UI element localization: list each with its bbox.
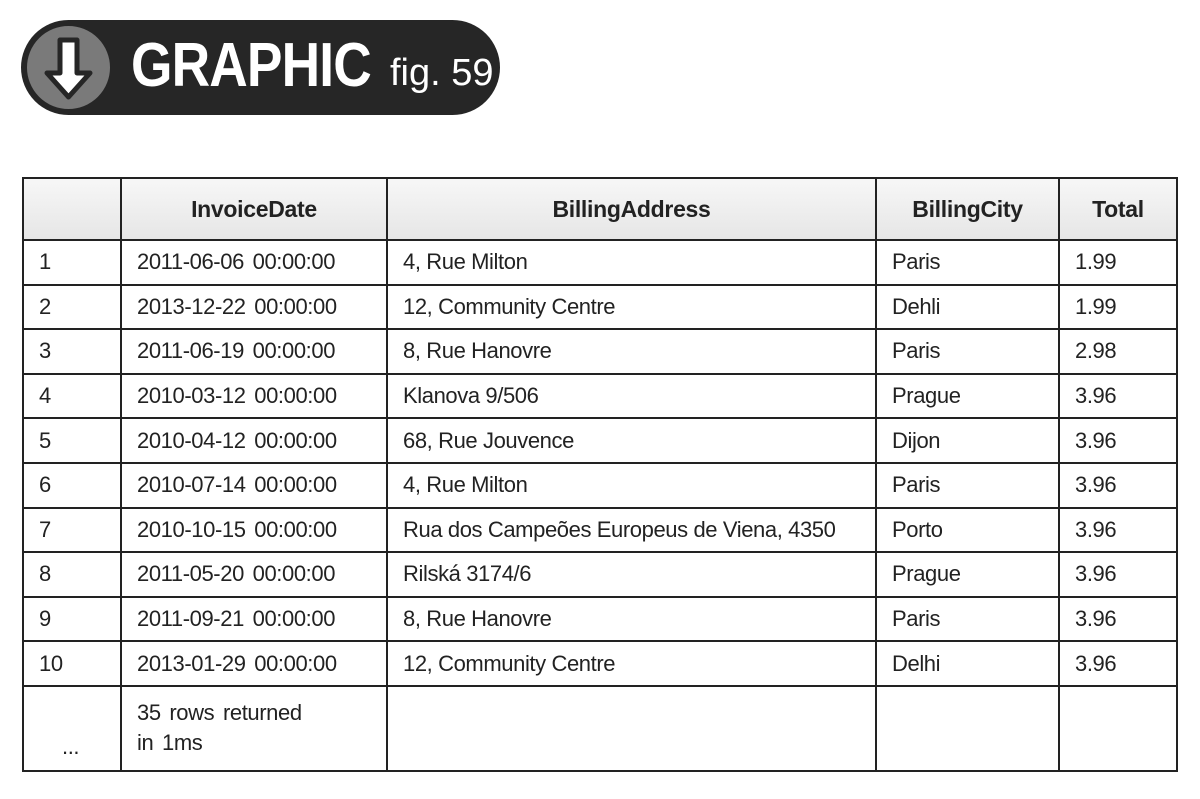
empty-cell: [386, 684, 877, 772]
query-status-line-2: in 1ms: [137, 730, 203, 756]
table-row: 2 2013-12-22 00:00:00 12, Community Cent…: [22, 283, 1178, 331]
row-number: 1: [22, 239, 122, 286]
total-cell: 3.96: [1058, 461, 1178, 509]
row-number: 9: [22, 595, 122, 643]
billing-city-cell: Paris: [875, 239, 1060, 286]
invoice-date-cell: 2011-06-06 00:00:00: [120, 239, 388, 286]
billing-address-cell: 68, Rue Jouvence: [386, 417, 877, 464]
billing-address-cell: 8, Rue Hanovre: [386, 595, 877, 643]
table-row: 6 2010-07-14 00:00:00 4, Rue Milton Pari…: [22, 461, 1178, 509]
row-number: 7: [22, 506, 122, 554]
billing-city-cell: Prague: [875, 551, 1060, 598]
table-footer-row: ... 35 rows returned in 1ms: [22, 684, 1178, 772]
table-row: 7 2010-10-15 00:00:00 Rua dos Campeões E…: [22, 506, 1178, 554]
billing-city-cell: Paris: [875, 461, 1060, 509]
total-cell: 3.96: [1058, 551, 1178, 598]
billing-city-cell: Paris: [875, 328, 1060, 375]
billing-address-cell: 4, Rue Milton: [386, 239, 877, 286]
billing-city-cell: Dehli: [875, 283, 1060, 331]
invoice-date-cell: 2011-05-20 00:00:00: [120, 551, 388, 598]
invoice-date-cell: 2013-01-29 00:00:00: [120, 640, 388, 687]
invoice-date-cell: 2010-03-12 00:00:00: [120, 372, 388, 420]
badge-title: GRAPHIC: [131, 31, 372, 100]
query-status: 35 rows returned in 1ms: [120, 684, 388, 772]
table-row: 9 2011-09-21 00:00:00 8, Rue Hanovre Par…: [22, 595, 1178, 643]
row-number: 3: [22, 328, 122, 375]
figure-badge: GRAPHIC fig. 59: [21, 20, 500, 115]
total-cell: 1.99: [1058, 239, 1178, 286]
row-number: 5: [22, 417, 122, 464]
table-header-row: InvoiceDate BillingAddress BillingCity T…: [22, 177, 1178, 241]
total-cell: 2.98: [1058, 328, 1178, 375]
row-number: 8: [22, 551, 122, 598]
table-row: 4 2010-03-12 00:00:00 Klanova 9/506 Prag…: [22, 372, 1178, 420]
total-cell: 3.96: [1058, 417, 1178, 464]
billing-city-cell: Dijon: [875, 417, 1060, 464]
column-header-total: Total: [1058, 177, 1178, 241]
column-header-billingcity: BillingCity: [875, 177, 1060, 241]
invoice-date-cell: 2010-10-15 00:00:00: [120, 506, 388, 554]
invoice-date-cell: 2011-06-19 00:00:00: [120, 328, 388, 375]
table-row: 3 2011-06-19 00:00:00 8, Rue Hanovre Par…: [22, 328, 1178, 375]
billing-city-cell: Prague: [875, 372, 1060, 420]
total-cell: 3.96: [1058, 640, 1178, 687]
billing-address-cell: Rilská 3174/6: [386, 551, 877, 598]
total-cell: 3.96: [1058, 372, 1178, 420]
billing-address-cell: Klanova 9/506: [386, 372, 877, 420]
row-number: 6: [22, 461, 122, 509]
invoice-date-cell: 2013-12-22 00:00:00: [120, 283, 388, 331]
invoice-date-cell: 2011-09-21 00:00:00: [120, 595, 388, 643]
column-header-rownum: [22, 177, 122, 241]
row-number: 2: [22, 283, 122, 331]
billing-city-cell: Paris: [875, 595, 1060, 643]
column-header-invoicedate: InvoiceDate: [120, 177, 388, 241]
billing-address-cell: 12, Community Centre: [386, 283, 877, 331]
query-status-line-1: 35 rows returned: [137, 700, 302, 726]
badge-subtitle: fig. 59: [390, 52, 494, 94]
billing-address-cell: 12, Community Centre: [386, 640, 877, 687]
billing-address-cell: 8, Rue Hanovre: [386, 328, 877, 375]
empty-cell: [875, 684, 1060, 772]
total-cell: 1.99: [1058, 283, 1178, 331]
billing-city-cell: Delhi: [875, 640, 1060, 687]
query-result-table: InvoiceDate BillingAddress BillingCity T…: [22, 177, 1178, 772]
billing-city-cell: Porto: [875, 506, 1060, 554]
empty-cell: [1058, 684, 1178, 772]
table-row: 10 2013-01-29 00:00:00 12, Community Cen…: [22, 640, 1178, 687]
invoice-date-cell: 2010-04-12 00:00:00: [120, 417, 388, 464]
invoice-date-cell: 2010-07-14 00:00:00: [120, 461, 388, 509]
arrow-down-circle-icon: [24, 23, 113, 112]
more-rows-ellipsis: ...: [22, 684, 122, 772]
table-row: 1 2011-06-06 00:00:00 4, Rue Milton Pari…: [22, 239, 1178, 286]
column-header-billingaddress: BillingAddress: [386, 177, 877, 241]
billing-address-cell: 4, Rue Milton: [386, 461, 877, 509]
total-cell: 3.96: [1058, 506, 1178, 554]
table-row: 5 2010-04-12 00:00:00 68, Rue Jouvence D…: [22, 417, 1178, 464]
row-number: 10: [22, 640, 122, 687]
table-row: 8 2011-05-20 00:00:00 Rilská 3174/6 Prag…: [22, 551, 1178, 598]
billing-address-cell: Rua dos Campeões Europeus de Viena, 4350: [386, 506, 877, 554]
total-cell: 3.96: [1058, 595, 1178, 643]
row-number: 4: [22, 372, 122, 420]
